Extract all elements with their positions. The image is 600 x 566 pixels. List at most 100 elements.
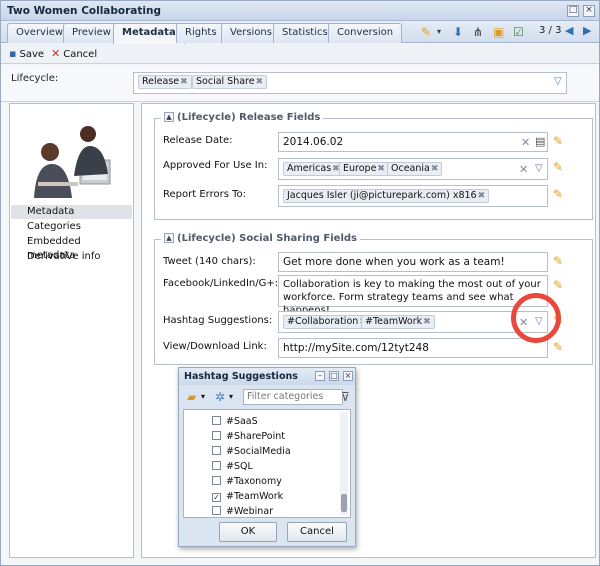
- pencil-icon[interactable]: ✎: [553, 134, 563, 148]
- list-item[interactable]: ✓ #TeamWork: [212, 490, 283, 504]
- checkbox[interactable]: [212, 476, 221, 485]
- facebook-label: Facebook/LinkedIn/G+:: [163, 278, 279, 289]
- pencil-icon[interactable]: ✎: [553, 187, 563, 201]
- floppy-disk-icon: ▪: [9, 47, 17, 60]
- checkbox[interactable]: [212, 446, 221, 455]
- close-button[interactable]: ×: [583, 5, 595, 17]
- checkbox[interactable]: [212, 506, 221, 515]
- clear-x-icon[interactable]: ✕: [521, 136, 530, 149]
- checkbox-checked[interactable]: ✓: [212, 493, 221, 502]
- remove-icon[interactable]: ✖: [180, 77, 188, 87]
- gear-icon[interactable]: ✲: [215, 389, 225, 405]
- cancel-button[interactable]: ✕ Cancel: [51, 47, 97, 62]
- chevron-down-icon[interactable]: ▽: [554, 76, 562, 87]
- approved-chip-americas[interactable]: Americas✖: [283, 162, 344, 176]
- ok-button[interactable]: OK: [219, 522, 277, 542]
- link-value: http://mySite.com/12tyt248: [283, 342, 429, 354]
- filter-input[interactable]: Filter categories: [243, 389, 343, 405]
- pencil-icon[interactable]: ✎: [421, 24, 431, 40]
- calendar-icon[interactable]: ▤: [535, 135, 545, 148]
- scrollbar-thumb[interactable]: [341, 494, 347, 512]
- release-fields-group: ▲ (Lifecycle) Release Fields Release Date…: [154, 112, 593, 220]
- checkbox[interactable]: [212, 431, 221, 440]
- action-bar: ▪ Save ✕ Cancel: [1, 44, 599, 64]
- chevron-down-icon[interactable]: ▽: [535, 163, 543, 174]
- release-group-title[interactable]: ▲ (Lifecycle) Release Fields: [161, 112, 324, 123]
- tab-rights[interactable]: Rights: [176, 23, 226, 43]
- pencil-icon[interactable]: ✎: [553, 278, 563, 292]
- tweet-field[interactable]: Get more done when you work as a team!: [278, 252, 548, 272]
- social-group-title[interactable]: ▲ (Lifecycle) Social Sharing Fields: [161, 233, 360, 244]
- asset-thumbnail: [28, 116, 118, 198]
- package-icon[interactable]: ▣: [493, 24, 504, 40]
- tab-preview[interactable]: Preview: [63, 23, 120, 43]
- lifecycle-chip-social-share[interactable]: Social Share✖: [192, 75, 268, 89]
- previous-arrow-icon[interactable]: ◀: [565, 24, 573, 37]
- clear-x-icon[interactable]: ✕: [519, 163, 528, 176]
- lifecycle-label: Lifecycle:: [11, 73, 59, 84]
- list-item[interactable]: #SocialMedia: [212, 445, 291, 459]
- report-errors-field[interactable]: Jacques Isler (ji@picturepark.com) x816✖: [278, 185, 548, 207]
- tab-conversion[interactable]: Conversion: [328, 23, 403, 43]
- chevron-down-icon[interactable]: ▾: [229, 389, 233, 405]
- nav-item-derivative-info[interactable]: Derivative info: [11, 250, 132, 264]
- download-icon[interactable]: ⬇: [453, 24, 463, 40]
- close-button[interactable]: ×: [343, 371, 353, 381]
- checklist-icon[interactable]: ☑: [513, 24, 524, 40]
- tab-versions[interactable]: Versions: [221, 23, 281, 43]
- list-item[interactable]: #Webinar: [212, 505, 273, 517]
- list-item[interactable]: #Taxonomy: [212, 475, 282, 489]
- release-date-label: Release Date:: [163, 135, 233, 146]
- hashtag-chip-collaboration[interactable]: #Collaboration✖: [283, 315, 371, 329]
- maximize-button[interactable]: □: [329, 371, 339, 381]
- release-date-field[interactable]: 2014.06.02 ✕ ▤: [278, 132, 548, 152]
- nav-item-categories[interactable]: Categories: [11, 220, 132, 234]
- link-field[interactable]: http://mySite.com/12tyt248: [278, 338, 548, 358]
- dialog-header: Hashtag Suggestions – □ ×: [179, 368, 355, 385]
- folder-icon[interactable]: ▰: [187, 389, 196, 405]
- hashtag-chip-teamwork[interactable]: #TeamWork✖: [361, 315, 435, 329]
- checkbox[interactable]: [212, 416, 221, 425]
- remove-icon[interactable]: ✖: [256, 77, 264, 87]
- pencil-icon[interactable]: ✎: [553, 254, 563, 268]
- remove-icon[interactable]: ✖: [478, 191, 486, 201]
- nav-item-metadata[interactable]: Metadata: [11, 205, 132, 219]
- scrollbar[interactable]: [340, 412, 348, 515]
- filter-icon[interactable]: ⊽: [341, 389, 350, 405]
- chevron-down-icon[interactable]: ▾: [437, 24, 441, 40]
- tab-metadata[interactable]: Metadata: [113, 23, 185, 44]
- lifecycle-field[interactable]: Release✖ Social Share✖ ▽: [133, 72, 567, 94]
- list-item[interactable]: #SaaS: [212, 415, 258, 429]
- collapse-icon[interactable]: ▲: [164, 112, 174, 122]
- report-errors-chip[interactable]: Jacques Isler (ji@picturepark.com) x816✖: [283, 189, 490, 203]
- list-item[interactable]: #SQL: [212, 460, 253, 474]
- facebook-field[interactable]: Collaboration is key to making the most …: [278, 275, 548, 316]
- minimize-button[interactable]: –: [315, 371, 325, 381]
- chevron-down-icon[interactable]: ▾: [201, 389, 205, 405]
- lifecycle-chip-release[interactable]: Release✖: [138, 75, 192, 89]
- nav-item-embedded-metadata[interactable]: Embedded metadata: [11, 235, 132, 261]
- approved-label: Approved For Use In:: [163, 160, 268, 171]
- hashtag-field[interactable]: #Collaboration✖ #TeamWork✖ ✕ ▽: [278, 311, 548, 333]
- remove-icon[interactable]: ✖: [423, 317, 431, 327]
- approved-chip-oceania[interactable]: Oceania✖: [387, 162, 443, 176]
- pencil-icon[interactable]: ✎: [553, 340, 563, 354]
- collapse-icon[interactable]: ▲: [164, 233, 174, 243]
- release-date-value: 2014.06.02: [283, 136, 344, 148]
- approved-chip-europe[interactable]: Europe✖: [339, 162, 389, 176]
- share-icon[interactable]: ⋔: [473, 24, 483, 40]
- approved-field[interactable]: Americas✖ Europe✖ Oceania✖ ✕ ▽: [278, 158, 548, 180]
- pencil-icon[interactable]: ✎: [553, 160, 563, 174]
- remove-icon[interactable]: ✖: [377, 164, 385, 174]
- dialog-toolbar: ▰ ▾ ✲ ▾ Filter categories ⊽: [181, 387, 353, 407]
- cancel-button[interactable]: Cancel: [287, 522, 347, 542]
- maximize-button[interactable]: □: [567, 5, 579, 17]
- list-item[interactable]: #SharePoint: [212, 430, 285, 444]
- checkbox[interactable]: [212, 461, 221, 470]
- hashtag-suggestions-dialog: Hashtag Suggestions – □ × ▰ ▾ ✲ ▾ Filter…: [178, 367, 356, 547]
- save-button[interactable]: ▪ Save: [9, 47, 44, 62]
- remove-icon[interactable]: ✖: [431, 164, 439, 174]
- cancel-label: Cancel: [63, 49, 98, 60]
- next-arrow-icon[interactable]: ▶: [583, 24, 591, 37]
- asset-window: Two Women Collaborating □ × Overview Pre…: [0, 0, 600, 566]
